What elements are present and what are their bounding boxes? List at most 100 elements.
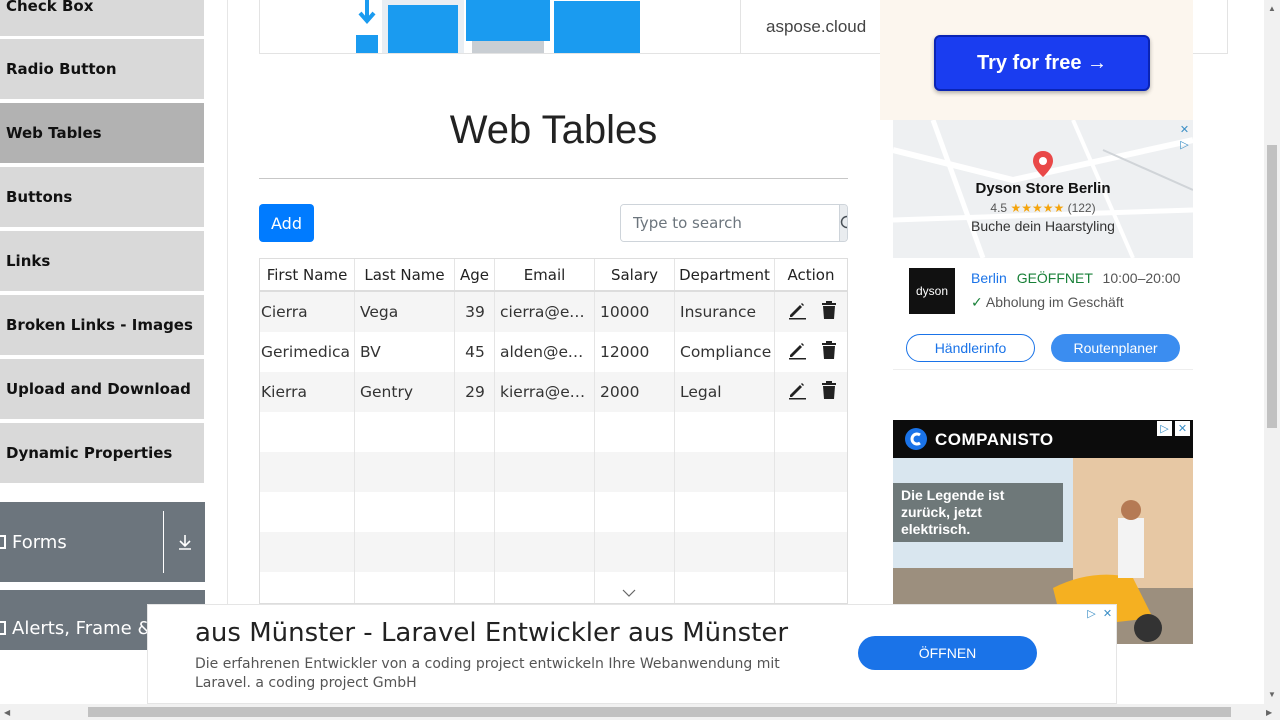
delete-icon[interactable] [821,341,837,363]
edit-icon[interactable] [787,340,807,364]
cell-salary: 10000 [595,292,675,332]
web-table: First Name Last Name Age Email Salary De… [259,258,848,604]
vertical-scroll-thumb[interactable] [1267,145,1277,428]
horizontal-scrollbar[interactable]: ◀ ▶ [0,704,1280,720]
table-row [260,452,847,492]
chevron-down-icon [622,589,636,597]
scroll-up-icon[interactable]: ▲ [1268,4,1276,13]
cell-first-name [260,492,355,532]
sidebar-item-broken-links[interactable]: Broken Links - Images [0,295,204,357]
bottom-ad-headline[interactable]: aus Münster - Laravel Entwickler aus Mün… [195,618,788,648]
route-planner-button[interactable]: Routenplaner [1051,334,1180,362]
ad-close-icon[interactable]: ✕ [1175,421,1190,436]
sidebar-item-links[interactable]: Links [0,231,204,293]
cell-first-name [260,572,355,603]
bottom-ad-description: Die erfahrenen Entwickler von a coding p… [195,656,780,691]
table-row [260,572,847,603]
rating-value: 4.5 [990,201,1008,215]
ad-try-free: Try for free → [880,0,1193,120]
ad-choices-icon[interactable]: ▷ [1177,137,1192,152]
table-body: CierraVega39 cierra@example.com 10000Insur… [260,292,847,603]
cell-email-text: alden@example.com [500,343,590,361]
sidebar-item-label: Broken Links - Images [6,316,193,334]
cell-first-name: Kierra [260,372,355,412]
sidebar-item-label: Buttons [6,188,73,206]
search-input[interactable] [621,205,839,241]
sidebar-item-dynamic-properties[interactable]: Dynamic Properties [0,423,204,485]
cell-salary: 12000 [595,332,675,372]
column-header-first-name[interactable]: First Name [260,259,355,290]
cell-email [495,492,595,532]
sidebar-item-web-tables[interactable]: Web Tables [0,103,204,165]
column-header-email[interactable]: Email [495,259,595,290]
sidebar-group-forms[interactable]: Forms [0,502,205,582]
cell-last-name: Vega [355,292,455,332]
cell-first-name [260,532,355,572]
ad-choices-icon[interactable]: ▷ [1084,606,1099,621]
horizontal-scroll-thumb[interactable] [88,707,1231,717]
banner-domain-text: aspose.cloud [766,17,867,36]
scroll-down-icon[interactable]: ▼ [1268,690,1276,699]
scroll-left-icon[interactable]: ◀ [4,708,10,717]
cell-department [675,492,775,532]
cell-email: kierra@example.com [495,372,595,412]
cell-department: Legal [675,372,775,412]
ad-choices-icon[interactable]: ▷ [1157,421,1172,436]
edit-icon[interactable] [787,380,807,404]
sidebar-item-label: Dynamic Properties [6,444,173,462]
sidebar-item-label: Upload and Download [6,380,191,398]
store-open-status: GEÖFFNET [1016,270,1093,286]
pickup-line: ✓ Abholung im Geschäft [971,294,1124,311]
column-header-age[interactable]: Age [455,259,495,290]
download-icon[interactable] [163,511,205,573]
sidebar-item-upload-download[interactable]: Upload and Download [0,359,204,421]
sidebar-item-label: Check Box [6,0,94,15]
cell-last-name [355,532,455,572]
scroll-right-icon[interactable]: ▶ [1266,708,1272,717]
cell-last-name [355,572,455,603]
bottom-banner-ad[interactable]: aus Münster - Laravel Entwickler aus Mün… [147,604,1117,704]
cell-email [495,572,595,603]
column-header-salary[interactable]: Salary [595,259,675,290]
cell-last-name: BV [355,332,455,372]
column-header-action[interactable]: Action [775,259,847,290]
cell-action [775,332,847,372]
store-name: Dyson Store Berlin [975,180,1111,197]
cell-age [455,572,495,603]
cell-last-name [355,452,455,492]
cell-first-name: Cierra [260,292,355,332]
delete-icon[interactable] [821,301,837,323]
banner-divider [740,0,741,53]
column-header-department[interactable]: Department [675,259,775,290]
cell-action [775,452,847,492]
try-for-free-button[interactable]: Try for free → [934,35,1150,91]
sidebar-item-label: Radio Button [6,60,117,78]
review-count: (122) [1067,201,1096,215]
sidebar-group-alerts-label: Alerts, Frame & [12,618,152,639]
sidebar-item-radio-button[interactable]: Radio Button [0,39,204,101]
cell-department: Compliance [675,332,775,372]
store-tagline: Buche dein Haarstyling [971,218,1115,234]
cell-salary [595,532,675,572]
table-header-row: First Name Last Name Age Email Salary De… [260,259,847,292]
ad-close-icon[interactable]: ✕ [1100,606,1115,621]
dealer-info-button[interactable]: Händlerinfo [906,334,1035,362]
dyson-map-ad[interactable]: ✕ ▷ Dyson Store Berlin 4.5 ★★★★★ (122) B… [893,120,1193,258]
cell-email [495,412,595,452]
cell-email: alden@example.com [495,332,595,372]
dyson-store-info: dyson Berlin GEÖFFNET 10:00–20:00 ✓ Abho… [893,258,1193,370]
column-header-last-name[interactable]: Last Name [355,259,455,290]
cell-action [775,532,847,572]
sidebar-item-check-box[interactable]: Check Box [0,0,204,38]
edit-icon[interactable] [787,300,807,324]
vertical-scrollbar[interactable]: ▲ ▼ [1264,0,1280,704]
search-button[interactable] [839,205,847,241]
cell-action [775,292,847,332]
sidebar-item-buttons[interactable]: Buttons [0,167,204,229]
open-button[interactable]: ÖFFNEN [858,636,1037,670]
delete-icon[interactable] [821,381,837,403]
ad-close-icon[interactable]: ✕ [1177,122,1192,137]
page-title: Web Tables [449,108,658,152]
sidebar-item-label: Links [6,252,51,270]
add-button[interactable]: Add [259,204,314,242]
